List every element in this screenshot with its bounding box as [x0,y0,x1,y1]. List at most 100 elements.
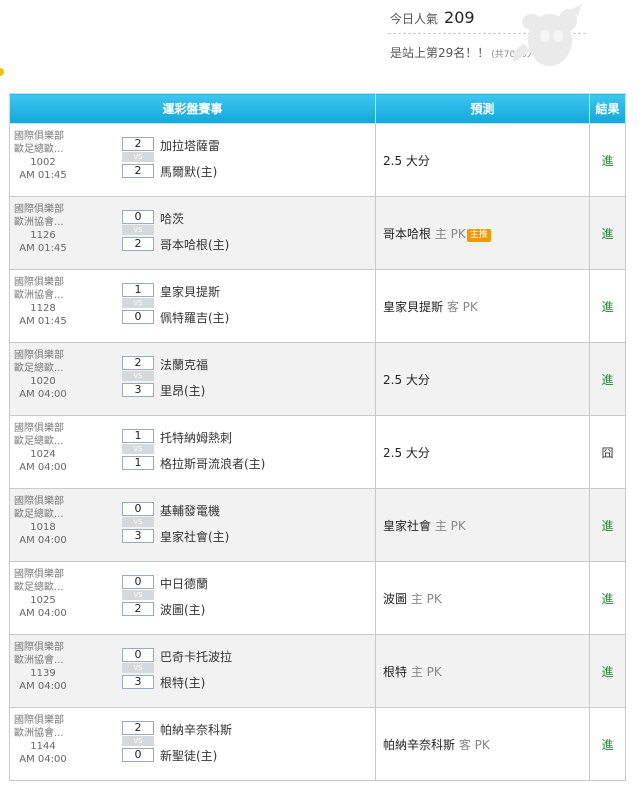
popularity-value: 209 [444,8,475,27]
result-cell: 進 [589,488,626,562]
score-away: 0 [122,502,154,516]
match-code: 1126 [30,230,56,241]
score-home: 2 [122,602,154,616]
league-name: 國際俱樂部 [14,569,64,580]
team-away[interactable]: 皇家貝提斯 [160,283,220,300]
score-away: 0 [122,575,154,589]
match-scoreboard: 0 VS 2 中日德蘭 波圖(主) [74,562,364,634]
table-row: 國際俱樂部 歐洲協會... 1126 AM 01:45 0 VS 2 哈茨 哥本… [9,196,626,270]
team-home[interactable]: 波圖(主) [160,601,205,618]
popularity-label: 今日人氣 [390,12,439,26]
vs-label: VS [122,663,154,673]
score-home: 0 [122,748,154,762]
match-cell: 國際俱樂部 歐足總歐... 1020 AM 04:00 2 VS 3 法蘭克福 … [9,342,376,416]
league-name: 國際俱樂部 [14,350,64,361]
mascot-icon [513,4,582,66]
league-name: 國際俱樂部 [14,642,64,653]
score-home: 3 [122,529,154,543]
match-time: AM 04:00 [19,754,67,765]
team-away[interactable]: 托特納姆熱刺 [160,429,232,446]
prediction-type: 客 PK [446,299,478,314]
match-time: AM 04:00 [19,681,67,692]
league-info: 國際俱樂部 歐洲協會... 1139 AM 04:00 [10,641,72,693]
prediction-pick: 皇家社會 [383,518,432,533]
featured-pick-badge: 主推 [466,228,491,242]
result-cell: 進 [589,707,626,781]
prediction-type: 主 PK [434,518,466,533]
match-scoreboard: 1 VS 1 托特納姆熱刺 格拉斯哥流浪者(主) [74,416,364,488]
team-away[interactable]: 法蘭克福 [160,356,208,373]
table-row: 國際俱樂部 歐洲協會... 1139 AM 04:00 0 VS 3 巴奇卡托波… [9,634,626,708]
result-cell: 進 [589,123,626,197]
match-time: AM 04:00 [19,608,67,619]
result-cell: 進 [589,196,626,270]
match-code: 1002 [30,157,56,168]
decorative-marker [0,68,4,76]
prediction-type: 客 PK [458,737,490,752]
match-cell: 國際俱樂部 歐足總歐... 1025 AM 04:00 0 VS 2 中日德蘭 … [9,561,376,635]
table-row: 國際俱樂部 歐洲協會... 1144 AM 04:00 2 VS 0 帕納辛奈科… [9,707,626,781]
score-home: 2 [122,164,154,178]
prediction-type: 主 PK [410,664,442,679]
match-code: 1020 [30,376,56,387]
league-subname: 歐洲協會... [14,217,64,228]
result-cell: 進 [589,634,626,708]
league-subname: 歐足總歐... [14,582,64,593]
score-home: 3 [122,383,154,397]
table-body: 國際俱樂部 歐足總歐... 1002 AM 01:45 2 VS 2 加拉塔薩雷… [9,123,626,781]
league-subname: 歐洲協會... [14,290,64,301]
prediction-type: 主 PK [410,591,442,606]
score-home: 3 [122,675,154,689]
prediction-cell: 哥本哈根 主 PK 主推 [375,196,590,270]
prediction-cell: 2.5 大分 [375,415,590,489]
team-home[interactable]: 根特(主) [160,674,205,691]
league-name: 國際俱樂部 [14,131,64,142]
team-away[interactable]: 帕納辛奈科斯 [160,721,232,738]
match-time: AM 04:00 [19,389,67,400]
prediction-pick: 2.5 大分 [383,445,430,460]
score-away: 0 [122,648,154,662]
vs-label: VS [122,152,154,162]
match-time: AM 01:45 [19,170,67,181]
table-row: 國際俱樂部 歐足總歐... 1020 AM 04:00 2 VS 3 法蘭克福 … [9,342,626,416]
team-home[interactable]: 格拉斯哥流浪者(主) [160,455,265,472]
league-subname: 歐足總歐... [14,144,64,155]
score-home: 1 [122,456,154,470]
prediction-pick: 皇家貝提斯 [383,299,444,314]
match-scoreboard: 2 VS 3 法蘭克福 里昂(主) [74,343,364,415]
team-home[interactable]: 佩特羅吉(主) [160,309,229,326]
team-home[interactable]: 皇家社會(主) [160,528,229,545]
team-home[interactable]: 馬爾默(主) [160,163,217,180]
team-away[interactable]: 中日德蘭 [160,575,208,592]
match-code: 1018 [30,522,56,533]
match-scoreboard: 0 VS 3 巴奇卡托波拉 根特(主) [74,635,364,707]
score-away: 1 [122,283,154,297]
team-away[interactable]: 基輔發電機 [160,502,220,519]
league-name: 國際俱樂部 [14,496,64,507]
vs-label: VS [122,517,154,527]
match-cell: 國際俱樂部 歐洲協會... 1126 AM 01:45 0 VS 2 哈茨 哥本… [9,196,376,270]
league-info: 國際俱樂部 歐足總歐... 1018 AM 04:00 [10,495,72,547]
team-away[interactable]: 哈茨 [160,210,184,227]
match-cell: 國際俱樂部 歐洲協會... 1144 AM 04:00 2 VS 0 帕納辛奈科… [9,707,376,781]
match-cell: 國際俱樂部 歐足總歐... 1002 AM 01:45 2 VS 2 加拉塔薩雷… [9,123,376,197]
team-away[interactable]: 加拉塔薩雷 [160,137,220,154]
prediction-cell: 根特 主 PK [375,634,590,708]
prediction-pick: 2.5 大分 [383,372,430,387]
score-away: 2 [122,137,154,151]
match-scoreboard: 1 VS 0 皇家貝提斯 佩特羅吉(主) [74,270,364,342]
vs-label: VS [122,444,154,454]
team-home[interactable]: 里昂(主) [160,382,205,399]
match-cell: 國際俱樂部 歐足總歐... 1018 AM 04:00 0 VS 3 基輔發電機… [9,488,376,562]
team-away[interactable]: 巴奇卡托波拉 [160,648,232,665]
prediction-pick: 哥本哈根 [383,226,432,241]
team-home[interactable]: 新聖徒(主) [160,747,217,764]
prediction-pick: 帕納辛奈科斯 [383,737,456,752]
team-home[interactable]: 哥本哈根(主) [160,236,229,253]
prediction-cell: 波圖 主 PK [375,561,590,635]
match-cell: 國際俱樂部 歐洲協會... 1139 AM 04:00 0 VS 3 巴奇卡托波… [9,634,376,708]
vs-label: VS [122,298,154,308]
prediction-table: 運彩盤賽事 預測 結果 國際俱樂部 歐足總歐... 1002 AM 01:45 … [9,93,626,781]
result-cell: 進 [589,561,626,635]
league-info: 國際俱樂部 歐足總歐... 1002 AM 01:45 [10,130,72,182]
